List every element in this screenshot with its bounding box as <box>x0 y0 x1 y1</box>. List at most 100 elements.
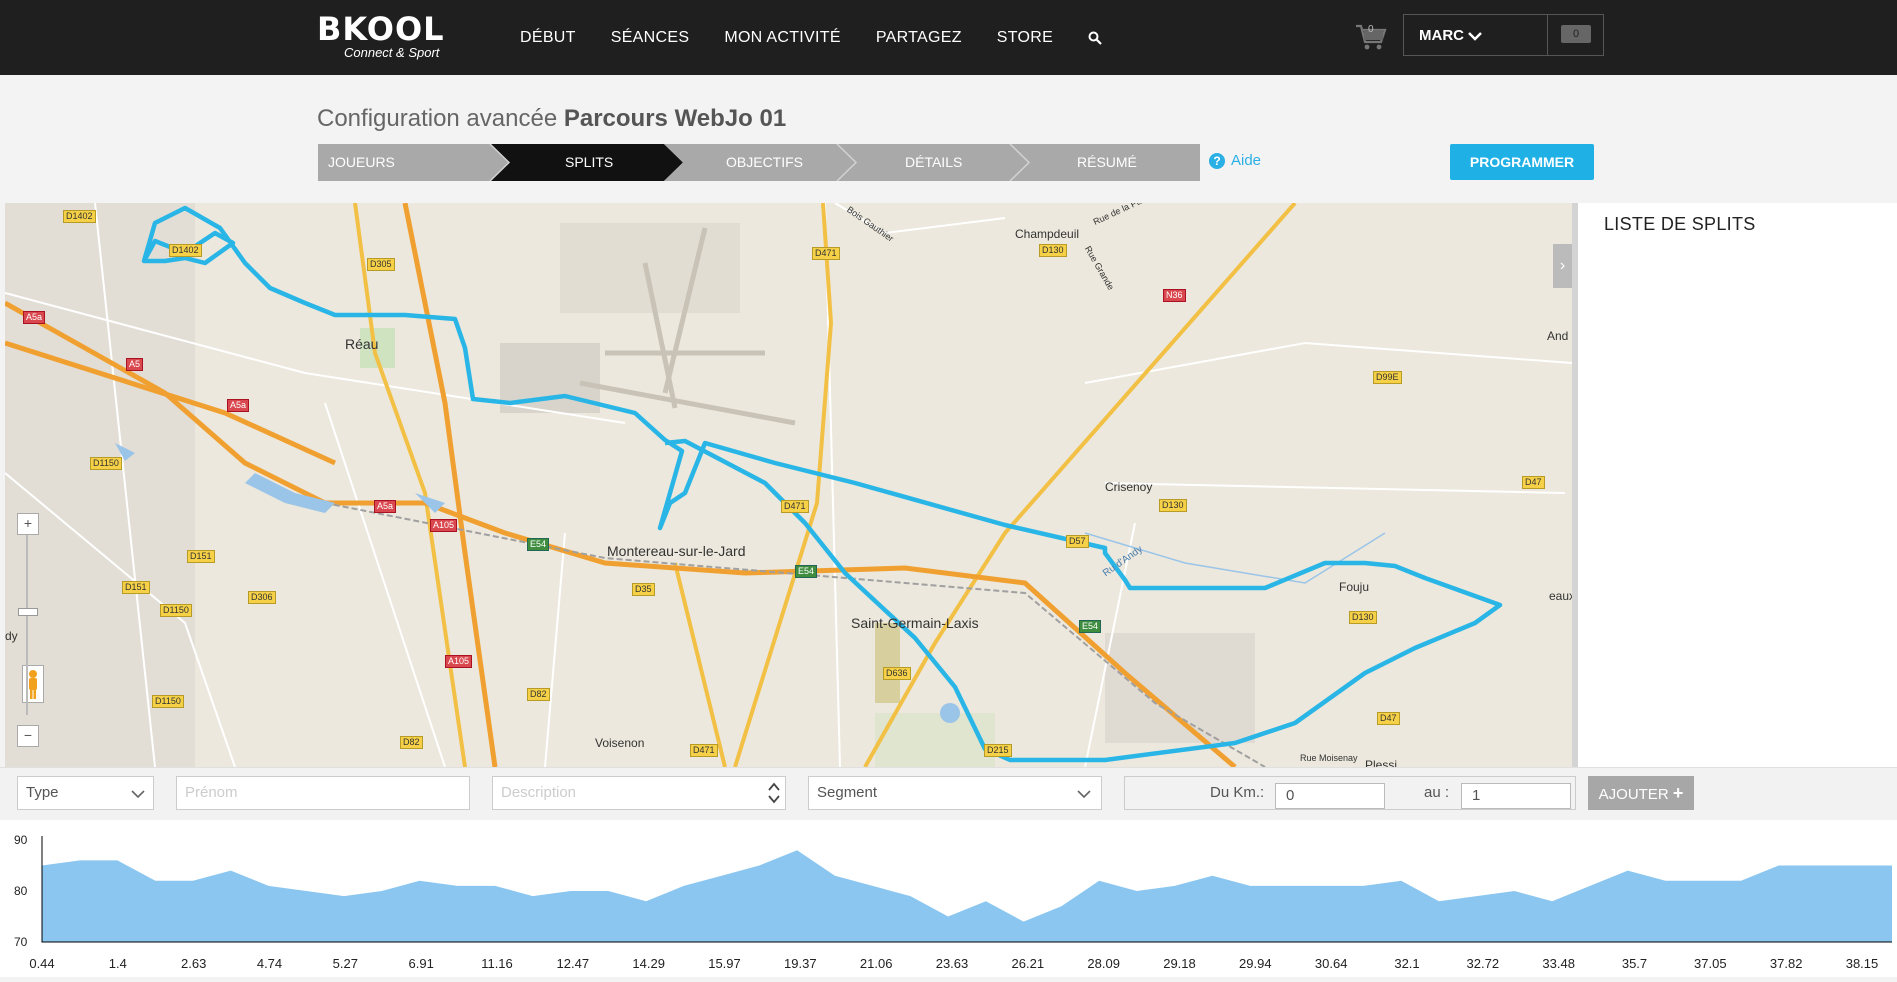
x-tick-label: 38.15 <box>1846 956 1879 971</box>
bkool-logo[interactable]: BKOOL Connect & Sport <box>317 10 445 60</box>
x-tick-label: 4.74 <box>257 956 282 971</box>
description-stepper[interactable] <box>767 779 781 807</box>
step-joueurs[interactable]: JOUEURS <box>328 144 395 181</box>
add-split-button[interactable]: AJOUTER + <box>1588 776 1694 810</box>
top-navbar: BKOOL Connect & Sport DÉBUT SÉANCES MON … <box>0 0 1897 75</box>
user-menu[interactable]: MARC 0 <box>1403 14 1604 56</box>
road-label: D215 <box>984 744 1012 757</box>
km-from-label: Du Km.: <box>1210 784 1265 801</box>
place-voisenon: Voisenon <box>595 736 645 750</box>
x-tick-label: 12.47 <box>557 956 590 971</box>
splits-panel: LISTE DE SPLITS <box>1578 203 1897 767</box>
x-tick-label: 19.37 <box>784 956 817 971</box>
x-tick-label: 32.72 <box>1467 956 1500 971</box>
zoom-slider-handle[interactable] <box>18 608 38 616</box>
road-label: A5 <box>126 358 144 371</box>
plus-icon: + <box>1672 783 1684 803</box>
road-label: D471 <box>690 744 718 757</box>
road-label: E54 <box>1079 620 1102 633</box>
notification-badge[interactable]: 0 <box>1561 25 1591 43</box>
help-link[interactable]: ? Aide <box>1209 152 1261 170</box>
cart-count: 0 <box>1368 24 1374 35</box>
programmer-button[interactable]: PROGRAMMER <box>1450 144 1594 180</box>
road-label: D57 <box>1066 535 1089 548</box>
help-icon: ? <box>1209 153 1225 170</box>
description-input[interactable]: Description <box>492 776 786 810</box>
zoom-slider-track[interactable] <box>26 535 28 715</box>
user-name: MARC <box>1419 27 1464 44</box>
step-splits[interactable]: SPLITS <box>565 144 613 181</box>
x-tick-label: 6.91 <box>409 956 434 971</box>
road-label: D130 <box>1349 611 1377 624</box>
x-tick-label: 0.44 <box>29 956 54 971</box>
road-label: E54 <box>527 538 550 551</box>
road-label: D35 <box>632 583 655 596</box>
road-label: D471 <box>781 500 809 513</box>
road-label: D130 <box>1039 244 1067 257</box>
place-saint-germain-laxis: Saint-Germain-Laxis <box>851 615 979 631</box>
nav-debut[interactable]: DÉBUT <box>520 29 576 47</box>
brand-tagline: Connect & Sport <box>344 45 440 60</box>
place-eaux: eaux <box>1549 589 1572 603</box>
map-canvas <box>5 203 1572 767</box>
nav-seances[interactable]: SÉANCES <box>611 29 690 47</box>
segment-select[interactable]: Segment <box>808 776 1102 810</box>
split-form-toolbar: Type Prénom Description Segment Du Km.: … <box>0 767 1897 821</box>
step-details[interactable]: DÉTAILS <box>905 144 962 181</box>
main-nav: DÉBUT SÉANCES MON ACTIVITÉ PARTAGEZ STOR… <box>520 0 1102 75</box>
search-icon[interactable] <box>1088 31 1102 45</box>
route-map[interactable]: Réau Champdeuil Crisenoy Montereau-sur-l… <box>5 203 1572 767</box>
y-tick-label: 70 <box>14 935 28 949</box>
nav-mon-activite[interactable]: MON ACTIVITÉ <box>724 29 841 47</box>
elevation-area <box>42 850 1892 942</box>
road-label: N36 <box>1163 289 1186 302</box>
name-input[interactable]: Prénom <box>176 776 470 810</box>
place-fouju: Fouju <box>1339 580 1370 594</box>
place-montereau: Montereau-sur-le-Jard <box>607 543 746 559</box>
x-tick-label: 32.1 <box>1394 956 1419 971</box>
page-title-prefix: Configuration avancée <box>317 105 558 132</box>
y-tick-label: 90 <box>14 833 28 847</box>
x-tick-label: 2.63 <box>181 956 206 971</box>
x-tick-label: 28.09 <box>1087 956 1120 971</box>
user-menu-toggle[interactable]: MARC <box>1419 27 1483 44</box>
x-tick-label: 26.21 <box>1012 956 1045 971</box>
collapse-panel-chevron-icon[interactable]: › <box>1553 244 1572 288</box>
road-label: D636 <box>883 667 911 680</box>
step-objectifs[interactable]: OBJECTIFS <box>726 144 803 181</box>
x-tick-label: 21.06 <box>860 956 893 971</box>
label-rue-moisenay: Rue Moisenay <box>1300 753 1358 763</box>
nav-store[interactable]: STORE <box>997 29 1053 47</box>
x-tick-label: 15.97 <box>708 956 741 971</box>
road-label: A105 <box>430 519 458 532</box>
chevron-down-icon <box>1468 32 1483 41</box>
x-tick-label: 14.29 <box>632 956 665 971</box>
elevation-chart: 90 80 70 0.44 1.4 2.63 4.74 5.27 6.91 11.16 12.47 1… <box>0 820 1897 977</box>
x-tick-label: 11.16 <box>481 956 513 971</box>
type-select[interactable]: Type <box>17 776 154 810</box>
step-resume[interactable]: RÉSUMÉ <box>1077 144 1137 181</box>
km-range: Du Km.: 0 au : 1 <box>1124 776 1576 810</box>
road-label: A5a <box>23 311 46 324</box>
km-to-input[interactable]: 1 <box>1461 783 1571 809</box>
nav-partagez[interactable]: PARTAGEZ <box>876 29 962 47</box>
user-menu-separator <box>1547 15 1548 55</box>
road-label: D1150 <box>90 457 122 470</box>
x-tick-label: 37.05 <box>1694 956 1727 971</box>
zoom-out-button[interactable]: − <box>17 725 39 747</box>
road-label: D151 <box>122 581 150 594</box>
x-tick-label: 30.64 <box>1315 956 1348 971</box>
road-label: D130 <box>1159 499 1187 512</box>
zoom-in-button[interactable]: + <box>17 513 39 535</box>
km-to-label: au : <box>1424 784 1450 801</box>
road-label: D82 <box>527 688 550 701</box>
cart-icon[interactable]: 0 <box>1354 22 1388 52</box>
add-split-label: AJOUTER <box>1598 786 1669 803</box>
type-select-value: Type <box>26 784 59 801</box>
road-label: A5a <box>374 500 397 513</box>
brand-name: BKOOL <box>317 10 445 48</box>
chevron-down-icon <box>1077 790 1091 799</box>
road-label: D151 <box>187 550 215 563</box>
x-tick-label: 29.94 <box>1239 956 1272 971</box>
km-from-input[interactable]: 0 <box>1275 783 1385 809</box>
